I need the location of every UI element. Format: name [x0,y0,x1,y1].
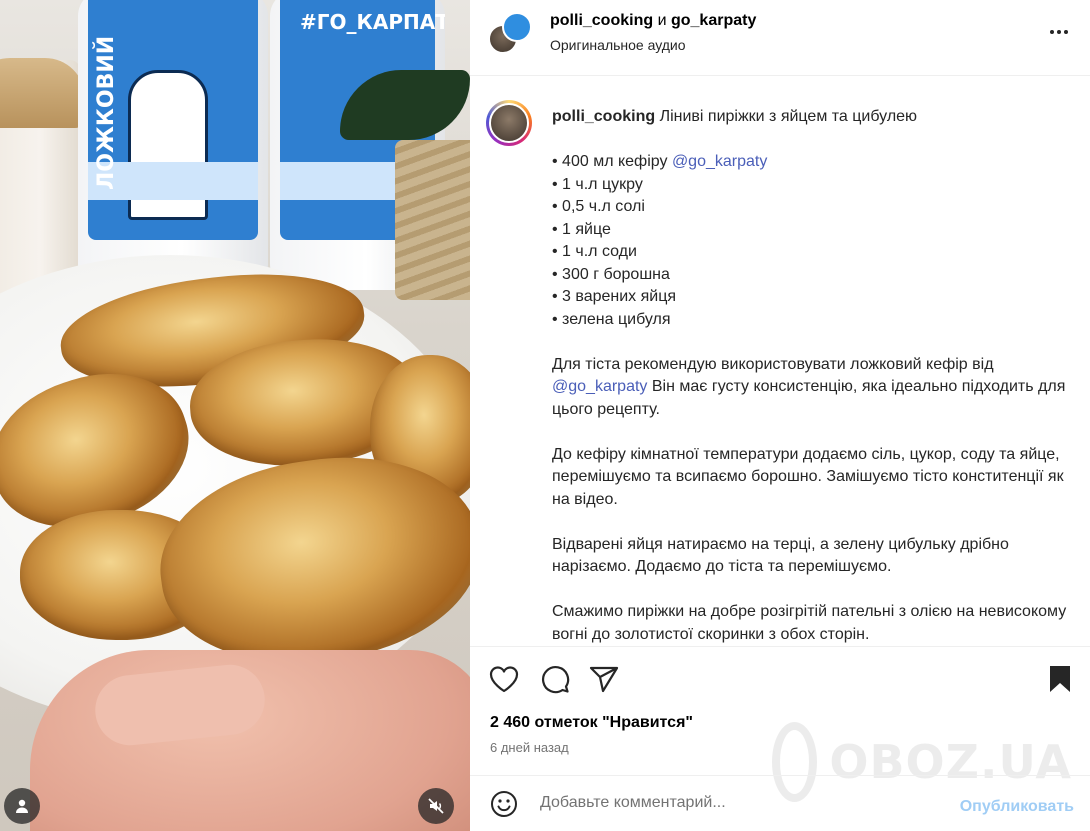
emoji-button[interactable] [490,790,520,820]
recipe-title: Ліниві пиріжки з яйцем та цибулею [659,108,918,125]
ingredient-item: • 3 варених яйця [552,288,677,305]
mention-link[interactable]: @go_karpaty [552,378,647,395]
ingredient-item: • 300 г борошна [552,265,670,283]
author-link[interactable]: go_karpaty [671,12,756,29]
ingredient-item: • 1 ч.л цукру [552,175,643,193]
comment-input[interactable] [540,788,940,818]
ingredient-item: • зелена цибуля [552,310,671,328]
avatar [502,12,532,42]
speaker-muted-icon [428,798,444,814]
ingredient-item: • 0,5 ч.л солі [552,198,645,215]
save-button[interactable] [1044,663,1076,695]
wicker-basket [395,140,470,300]
caption-area: polli_cooking Ліниві пиріжки з яйцем та … [470,76,1090,646]
mention-link[interactable]: @go_karpaty [672,153,767,170]
post-details-panel: polli_cooking и go_karpaty Оригинальное … [470,0,1090,831]
bottle-label-text-2: #ГО_КАРПАТИ [300,10,445,34]
smiley-icon [491,791,517,817]
dot [1050,30,1054,34]
dot [1064,30,1068,34]
paragraph-text: Відварені яйця натираємо на терці, а зел… [552,535,1009,576]
author-link[interactable]: polli_cooking [550,12,653,29]
post-authors: polli_cooking и go_karpaty [550,12,756,30]
bottle-label-text: ЛОЖКОВИЙ [94,35,119,190]
mute-button[interactable] [418,788,454,824]
tagged-users-button[interactable] [4,788,40,824]
dot [1057,30,1061,34]
action-bar [470,646,1090,710]
caption-avatar[interactable] [486,100,532,146]
caption-username[interactable]: polli_cooking [552,108,655,125]
post-comment-button[interactable]: Опубликовать [960,798,1074,816]
comment-button[interactable] [539,663,571,695]
collab-avatars[interactable] [488,12,532,56]
paragraph-text: До кефіру кімнатної температури додаємо … [552,445,1064,508]
share-button[interactable] [588,663,620,695]
heart-icon [489,666,519,693]
post-header: polli_cooking и go_karpaty Оригинальное … [470,0,1090,76]
post-media[interactable]: ЛОЖКОВИЙ #ГО_КАРПАТИ [0,0,470,831]
ingredient-item: • 400 мл кефіру [552,153,672,170]
audio-label[interactable]: Оригинальное аудио [550,37,686,53]
more-options-button[interactable] [1044,20,1074,44]
jar-lid [0,58,85,128]
comment-bar: Опубликовать [470,775,1090,831]
paragraph-text: Смажимо пиріжки на добре розігрітій пате… [552,603,1067,643]
kefir-bottle-left: ЛОЖКОВИЙ [78,0,268,290]
send-icon [589,666,619,693]
post-date: 6 дней назад [490,740,569,755]
ingredient-item: • 1 ч.л соди [552,243,637,260]
likes-count[interactable]: 2 460 отметок "Нравится" [490,714,693,732]
paragraph-text: Для тіста рекомендую використовувати лож… [552,355,994,373]
ingredient-item: • 1 яйце [552,220,611,238]
user-icon [16,799,28,813]
bookmark-filled-icon [1050,666,1070,692]
caption-text: polli_cooking Ліниві пиріжки з яйцем та … [552,106,1072,646]
and-label: и [657,12,667,29]
comment-icon [541,665,570,694]
like-button[interactable] [488,663,520,695]
